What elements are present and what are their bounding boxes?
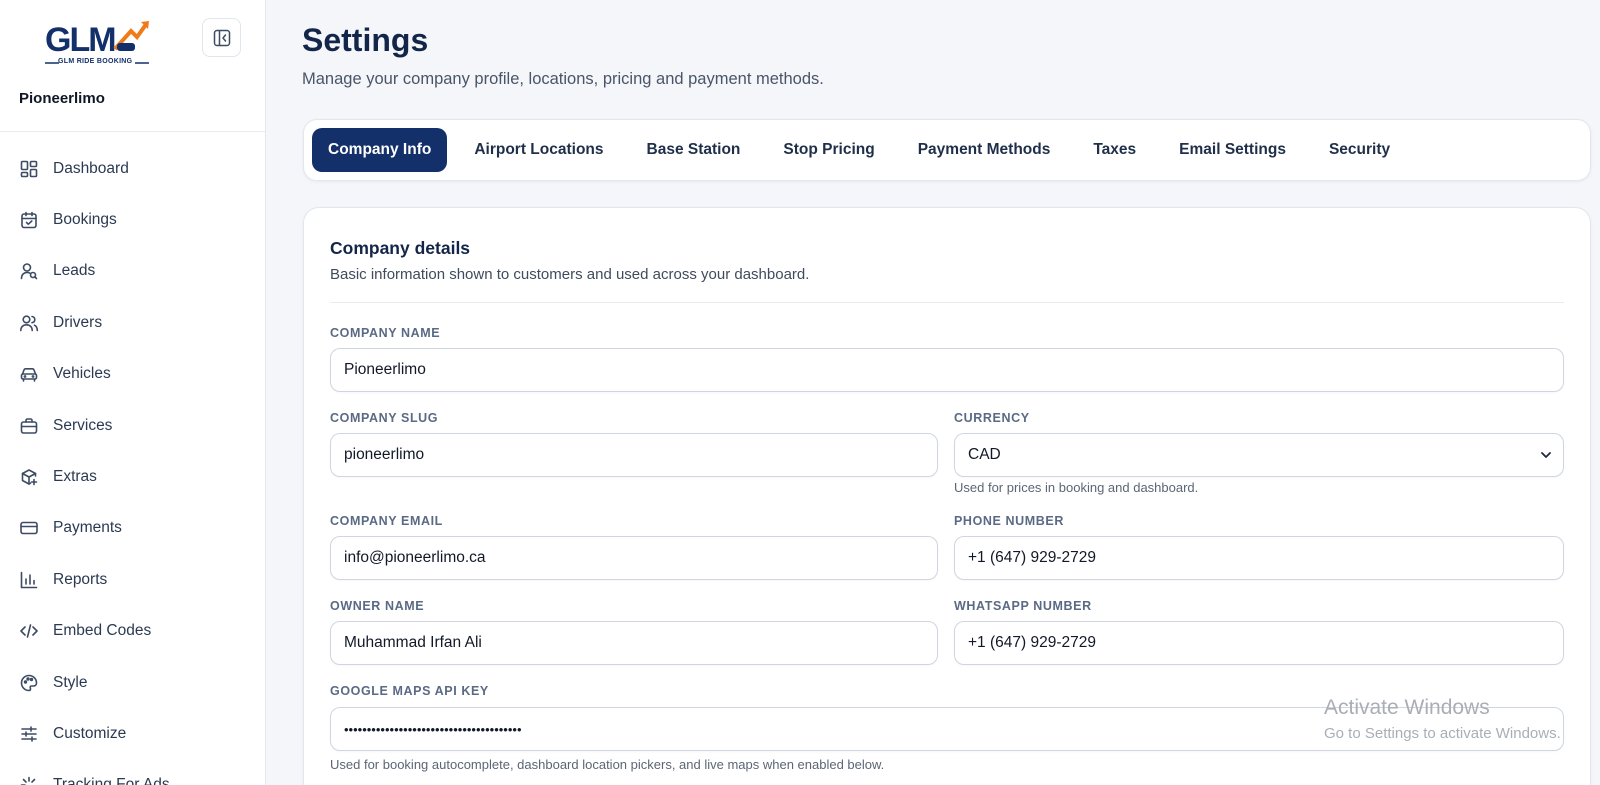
sidebar-item-label: Drivers [53, 313, 103, 331]
currency-value: CAD [968, 446, 1001, 463]
sidebar-item-label: Reports [53, 570, 108, 588]
logo-subtext: GLM RIDE BOOKING [58, 58, 133, 65]
company-name-label: Pioneerlimo [19, 90, 105, 107]
sidebar-item-style[interactable]: Style [0, 657, 265, 708]
tab-base-station[interactable]: Base Station [631, 128, 757, 172]
palette-icon [19, 673, 39, 693]
google-maps-api-key-help-text: Used for booking autocomplete, dashboard… [330, 757, 885, 772]
calendar-icon [19, 210, 39, 230]
car-icon [19, 364, 39, 384]
sidebar-item-label: Customize [53, 724, 127, 742]
sidebar-item-services[interactable]: Services [0, 400, 265, 451]
sidebar-item-extras[interactable]: Extras [0, 451, 265, 502]
sidebar-item-label: Extras [53, 468, 97, 486]
sidebar-item-label: Dashboard [53, 159, 129, 177]
tab-taxes[interactable]: Taxes [1077, 128, 1152, 172]
users-icon [19, 313, 39, 333]
tab-email-settings[interactable]: Email Settings [1163, 128, 1302, 172]
company-slug-input[interactable]: pioneerlimo [330, 433, 938, 477]
main-content: Settings Manage your company profile, lo… [266, 0, 1600, 785]
package-plus-icon [19, 467, 39, 487]
owner-name-label: OWNER NAME [330, 599, 425, 613]
owner-name-input[interactable]: Muhammad Irfan Ali [330, 621, 938, 665]
activate-windows-subtitle: Go to Settings to activate Windows. [1324, 725, 1561, 742]
panel-collapse-icon [213, 29, 230, 46]
sidebar-item-label: Style [53, 673, 88, 691]
company-name-label: COMPANY NAME [330, 326, 441, 340]
tab-company-info[interactable]: Company Info [312, 128, 448, 172]
whatsapp-number-input[interactable]: +1 (647) 929-2729 [954, 621, 1564, 665]
currency-select[interactable]: CAD [954, 433, 1564, 477]
card-divider [330, 302, 1564, 303]
sidebar: GLM GLM RIDE BOOKING Pioneerlimo Dashboa… [0, 0, 266, 785]
page-title: Settings [302, 22, 429, 58]
whatsapp-number-label: WHATSAPP NUMBER [954, 599, 1092, 613]
sidebar-item-tracking-for-ads[interactable]: Tracking For Ads [0, 760, 265, 785]
sidebar-item-label: Embed Codes [53, 622, 152, 640]
sidebar-item-vehicles[interactable]: Vehicles [0, 349, 265, 400]
sidebar-item-reports[interactable]: Reports [0, 554, 265, 605]
sidebar-item-drivers[interactable]: Drivers [0, 297, 265, 348]
sidebar-item-label: Tracking For Ads [53, 776, 170, 785]
sidebar-item-customize[interactable]: Customize [0, 708, 265, 759]
google-maps-api-key-label: GOOGLE MAPS API KEY [330, 684, 489, 698]
sidebar-item-payments[interactable]: Payments [0, 503, 265, 554]
phone-number-label: PHONE NUMBER [954, 514, 1064, 528]
sidebar-item-label: Bookings [53, 211, 117, 229]
dashboard-icon [19, 159, 39, 179]
activate-windows-title: Activate Windows [1324, 696, 1490, 719]
tab-security[interactable]: Security [1313, 128, 1406, 172]
sidebar-item-label: Vehicles [53, 365, 111, 383]
tab-airport-locations[interactable]: Airport Locations [458, 128, 619, 172]
user-search-icon [19, 261, 39, 281]
chevron-down-icon [1541, 452, 1551, 458]
phone-number-input[interactable]: +1 (647) 929-2729 [954, 536, 1564, 580]
bar-chart-icon [19, 570, 39, 590]
tab-payment-methods[interactable]: Payment Methods [902, 128, 1067, 172]
company-logo[interactable]: GLM GLM RIDE BOOKING [20, 14, 176, 76]
sidebar-nav: Dashboard Bookings Leads Drivers Vehicle… [0, 143, 265, 785]
card-description: Basic information shown to customers and… [330, 266, 810, 283]
sidebar-item-leads[interactable]: Leads [0, 246, 265, 297]
sidebar-item-label: Services [53, 416, 113, 434]
sidebar-item-dashboard[interactable]: Dashboard [0, 143, 265, 194]
page-subtitle: Manage your company profile, locations, … [302, 70, 824, 88]
sliders-icon [19, 724, 39, 744]
briefcase-icon [19, 416, 39, 436]
sidebar-item-embed-codes[interactable]: Embed Codes [0, 606, 265, 657]
currency-label: CURRENCY [954, 411, 1030, 425]
sidebar-item-label: Payments [53, 519, 122, 537]
credit-card-icon [19, 518, 39, 538]
tab-stop-pricing[interactable]: Stop Pricing [767, 128, 890, 172]
company-name-input[interactable]: Pioneerlimo [330, 348, 1564, 392]
sidebar-item-bookings[interactable]: Bookings [0, 194, 265, 245]
company-email-label: COMPANY EMAIL [330, 514, 443, 528]
svg-text:GLM: GLM [45, 21, 115, 59]
company-email-input[interactable]: info@pioneerlimo.ca [330, 536, 938, 580]
settings-tabs: Company Info Airport Locations Base Stat… [303, 119, 1591, 181]
sparkle-icon [19, 775, 39, 785]
currency-help-text: Used for prices in booking and dashboard… [954, 480, 1199, 495]
sidebar-item-label: Leads [53, 262, 96, 280]
card-title: Company details [330, 238, 471, 258]
code-icon [19, 621, 39, 641]
collapse-sidebar-button[interactable] [202, 18, 241, 57]
sidebar-divider [0, 131, 265, 132]
company-slug-label: COMPANY SLUG [330, 411, 439, 425]
